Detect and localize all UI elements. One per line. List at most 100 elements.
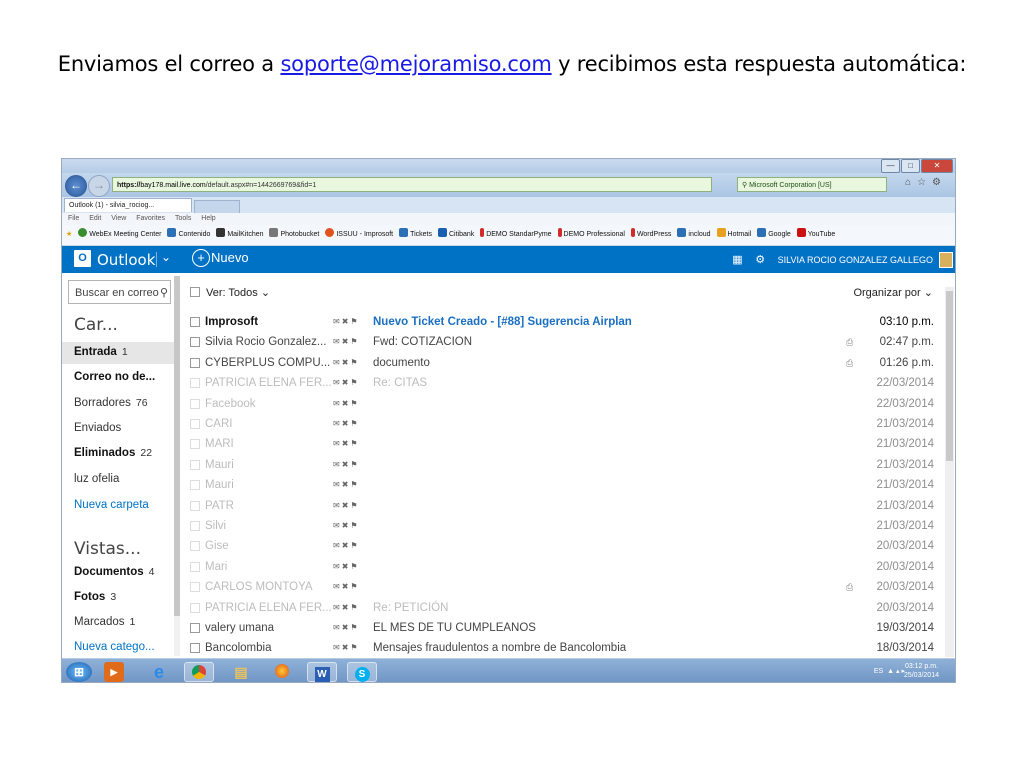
new-message-button[interactable]: + Nuevo	[192, 249, 249, 267]
favorite-item[interactable]: MailKitchen	[216, 225, 264, 245]
message-list-scrollbar[interactable]	[945, 287, 954, 657]
mark-read-icon[interactable]: ✉	[333, 317, 342, 326]
outlook-logo-icon[interactable]: O	[74, 250, 91, 267]
message-row[interactable]: PATRICIA ELENA FER... ✉✖⚑ Re: CITAS 22/03/2…	[190, 373, 942, 393]
message-row[interactable]: CYBERPLUS COMPU... ✉✖⚑ documento ⎙ 01:26 p.m…	[190, 353, 942, 373]
message-checkbox[interactable]	[190, 541, 200, 552]
favorite-item[interactable]: Google	[757, 225, 791, 245]
skype-icon[interactable]: S	[347, 662, 377, 682]
mark-read-icon[interactable]: ✉	[333, 643, 342, 652]
view-item-fotos[interactable]: Fotos 3	[74, 591, 116, 603]
flag-icon[interactable]: ⚑	[350, 419, 359, 428]
message-row[interactable]: Mari ✉✖⚑ 20/03/2014	[190, 557, 942, 577]
flag-icon[interactable]: ⚑	[350, 582, 359, 591]
folder-icon[interactable]: ▤	[226, 662, 256, 682]
word-icon[interactable]: W	[307, 662, 337, 682]
chat-icon[interactable]: ▦	[732, 254, 742, 266]
chrome-icon[interactable]	[184, 662, 214, 682]
message-checkbox[interactable]	[190, 419, 200, 429]
folder-item-eliminados[interactable]: Eliminados 22	[74, 447, 152, 459]
system-clock[interactable]: 03:12 p.m. 25/03/2014	[904, 662, 939, 680]
message-checkbox[interactable]	[190, 643, 200, 654]
flag-icon[interactable]: ⚑	[350, 399, 359, 408]
flag-icon[interactable]: ⚑	[350, 317, 359, 326]
settings-gear-icon[interactable]: ⚙	[755, 254, 765, 266]
scrollbar-thumb[interactable]	[946, 291, 953, 461]
avatar[interactable]	[939, 252, 953, 268]
menu-edit[interactable]: Edit	[89, 215, 101, 222]
folder-item-enviados[interactable]: Enviados	[74, 422, 121, 434]
folders-heading[interactable]: Car...	[74, 315, 118, 335]
favorites-star-icon[interactable]: ★	[66, 225, 72, 245]
view-item-marcados[interactable]: Marcados 1	[74, 616, 135, 628]
flag-icon[interactable]: ⚑	[350, 378, 359, 387]
flag-icon[interactable]: ⚑	[350, 562, 359, 571]
message-row[interactable]: Mauri ✉✖⚑ 21/03/2014	[190, 475, 942, 495]
folder-pane-scrollbar[interactable]	[174, 276, 180, 656]
favorite-item[interactable]: Tickets	[399, 225, 432, 245]
message-checkbox[interactable]	[190, 521, 200, 531]
search-icon[interactable]: ⚲	[160, 281, 168, 305]
message-row[interactable]: Silvia Rocio Gonzalez... ✉✖⚑ Fwd: COTIZACI…	[190, 332, 942, 352]
favorite-item[interactable]: ISSUU - Improsoft	[325, 225, 393, 245]
folder-item-luz-ofelia[interactable]: luz ofelia	[74, 473, 119, 485]
chevron-down-icon[interactable]: ⌄	[161, 250, 171, 264]
menu-help[interactable]: Help	[201, 215, 215, 222]
favorite-item[interactable]: Citibank	[437, 225, 474, 245]
views-heading[interactable]: Vistas...	[74, 539, 141, 559]
mark-read-icon[interactable]: ✉	[333, 603, 342, 612]
message-row[interactable]: PATR ✉✖⚑ 21/03/2014	[190, 496, 942, 516]
mark-read-icon[interactable]: ✉	[333, 439, 342, 448]
message-row[interactable]: Gise ✉✖⚑ 20/03/2014	[190, 536, 942, 556]
message-checkbox[interactable]	[190, 480, 200, 491]
favorite-item[interactable]: incloud	[677, 225, 711, 245]
network-icon[interactable]: ▴	[896, 668, 900, 675]
favorite-item[interactable]: Contenido	[167, 225, 210, 245]
language-indicator[interactable]: ES	[874, 668, 883, 675]
firefox-icon[interactable]	[267, 662, 297, 682]
message-row[interactable]: PATRICIA ELENA FER... ✉✖⚑ Re: PETICIÓN 20/0…	[190, 598, 942, 618]
mark-read-icon[interactable]: ✉	[333, 582, 342, 591]
message-checkbox[interactable]	[190, 582, 200, 593]
message-checkbox[interactable]	[190, 398, 200, 409]
new-tab-button[interactable]	[194, 200, 240, 214]
favorite-item[interactable]: Hotmail	[716, 225, 751, 245]
flag-icon[interactable]: ⚑	[350, 501, 359, 510]
mark-read-icon[interactable]: ✉	[333, 541, 342, 550]
forward-arrow-icon[interactable]: →	[88, 175, 110, 197]
favorite-item[interactable]: DEMO Professional	[557, 225, 625, 245]
message-checkbox[interactable]	[190, 378, 200, 389]
message-row[interactable]: Mauri ✉✖⚑ 21/03/2014	[190, 455, 942, 475]
restore-icon[interactable]: □	[901, 159, 920, 173]
message-checkbox[interactable]	[190, 561, 200, 572]
address-bar[interactable]: https://bay178.mail.live.com/default.asp…	[112, 177, 712, 192]
mark-read-icon[interactable]: ✉	[333, 358, 342, 367]
app-title[interactable]: Outlook	[97, 251, 155, 269]
search-input[interactable]: Buscar en correo ⚲	[68, 280, 171, 304]
mark-read-icon[interactable]: ✉	[333, 501, 342, 510]
favorite-item[interactable]: WordPress	[630, 225, 671, 245]
flag-icon[interactable]: ⚑	[350, 337, 359, 346]
select-all-checkbox[interactable]	[190, 287, 200, 297]
favorite-item[interactable]: DEMO StandarPyme	[480, 225, 552, 245]
flag-icon[interactable]: ⚑	[350, 541, 359, 550]
mark-read-icon[interactable]: ✉	[333, 337, 342, 346]
message-checkbox[interactable]	[190, 623, 200, 633]
menu-favorites[interactable]: Favorites	[136, 215, 165, 222]
message-row[interactable]: MARI ✉✖⚑ 21/03/2014	[190, 434, 942, 454]
message-checkbox[interactable]	[190, 439, 200, 450]
user-name[interactable]: SILVIA ROCIO GONZALEZ GALLEGO	[778, 255, 933, 265]
message-checkbox[interactable]	[190, 317, 200, 327]
scrollbar-thumb[interactable]	[174, 276, 180, 616]
media-player-icon[interactable]: ▶	[104, 662, 124, 682]
star-icon[interactable]: ☆	[917, 177, 932, 188]
message-checkbox[interactable]	[190, 459, 200, 470]
support-email-link[interactable]: soporte@mejoramiso.com	[280, 52, 551, 76]
folder-item-junk[interactable]: Correo no de...	[74, 371, 155, 383]
message-row[interactable]: valery umana ✉✖⚑ EL MES DE TU CUMPLEANOS 19…	[190, 618, 942, 638]
menu-view[interactable]: View	[111, 215, 126, 222]
internet-explorer-icon[interactable]: e	[144, 662, 174, 682]
security-identity[interactable]: ⚲ Microsoft Corporation [US]	[737, 177, 887, 192]
message-checkbox[interactable]	[190, 602, 200, 613]
mark-read-icon[interactable]: ✉	[333, 521, 342, 530]
